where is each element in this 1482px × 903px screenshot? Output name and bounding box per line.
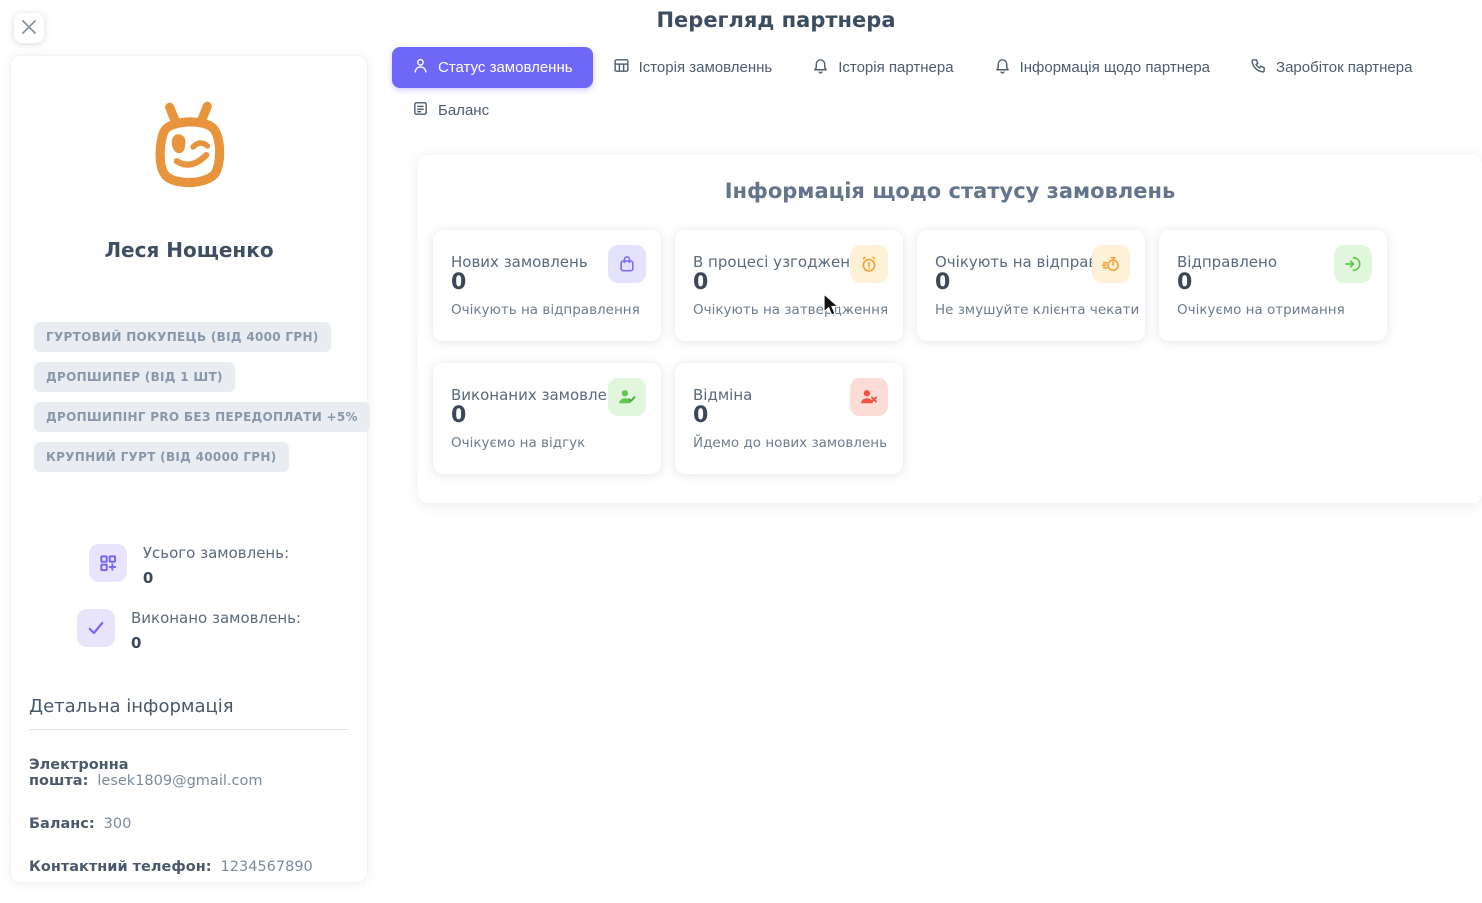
detail-row-balance: Баланс: 300 (29, 816, 349, 832)
alarm-clock-icon (850, 245, 888, 283)
partner-badges: ГУРТОВИЙ ПОКУПЕЦЬ (ВІД 4000 ГРН) ДРОПШИП… (34, 322, 347, 472)
dashboard-plus-icon (89, 544, 127, 582)
card-subtitle: Очікують на затвердження (693, 302, 885, 318)
stat-label: Усього замовлень: (143, 544, 289, 562)
badge-wholesale-buyer: ГУРТОВИЙ ПОКУПЕЦЬ (ВІД 4000 ГРН) (34, 322, 331, 352)
card-subtitle: Очікуємо на відгук (451, 435, 643, 451)
page-title: Перегляд партнера (70, 8, 1482, 32)
tab-partner-earnings[interactable]: Заробіток партнера (1230, 47, 1432, 88)
detail-row-phone: Контактний телефон: 1234567890 (29, 859, 349, 875)
email-value: lesek1809@gmail.com (97, 773, 262, 789)
order-status-panel: Інформація щодо статусу замовлень Нових … (418, 155, 1482, 503)
stopwatch-fast-icon (1092, 245, 1130, 283)
mouse-cursor (822, 293, 842, 319)
card-cancelled: Відміна 0 Йдемо до нових замовлень (675, 363, 903, 474)
card-subtitle: Йдемо до нових замовлень (693, 435, 885, 451)
shopping-bag-icon (608, 245, 646, 283)
stat-value: 0 (131, 634, 301, 652)
tab-order-status[interactable]: Статус замовленнь (392, 47, 593, 88)
card-subtitle: Очікують на відправлення (451, 302, 643, 318)
card-shipped: Відправлено 0 Очікуємо на отримання (1159, 230, 1387, 341)
tab-bar: Статус замовленнь Історія замовленнь Іст… (392, 47, 1472, 131)
winking-mascot-avatar (133, 94, 245, 212)
tab-partner-info[interactable]: Інформація щодо партнера (974, 47, 1230, 88)
arrow-enter-icon (1334, 245, 1372, 283)
tab-balance[interactable]: Баланс (392, 90, 509, 131)
badge-large-wholesale: КРУПНИЙ ГУРТ (ВІД 40000 ГРН) (34, 442, 289, 472)
card-new-orders: Нових замовлень 0 Очікують на відправлен… (433, 230, 661, 341)
user-icon (412, 57, 429, 78)
partner-stats: Усього замовлень: 0 Виконано замовлень: … (11, 544, 367, 652)
detail-row-email: Электронна пошта:lesek1809@gmail.com (29, 757, 349, 789)
status-cards-grid: Нових замовлень 0 Очікують на відправлен… (433, 230, 1482, 474)
stat-value: 0 (143, 569, 289, 587)
stat-completed-orders: Виконано замовлень: 0 (11, 609, 367, 652)
document-icon (412, 100, 429, 121)
phone-value: 1234567890 (221, 859, 313, 875)
balance-label: Баланс: (29, 816, 95, 832)
phone-label: Контактний телефон: (29, 859, 212, 875)
detailed-info-title: Детальна інформація (29, 696, 349, 730)
detailed-info-section: Детальна інформація Электронна пошта:les… (29, 696, 349, 875)
card-subtitle: Очікуємо на отримання (1177, 302, 1369, 318)
check-icon (77, 609, 115, 647)
stat-total-orders: Усього замовлень: 0 (11, 544, 367, 587)
partner-profile-card: Леся Нощенко ГУРТОВИЙ ПОКУПЕЦЬ (ВІД 4000… (10, 55, 368, 883)
badge-dropshipper: ДРОПШИПЕР (ВІД 1 ШТ) (34, 362, 235, 392)
badge-dropshipping-pro: ДРОПШИПІНГ PRO БЕЗ ПЕРЕДОПЛАТИ +5% (34, 402, 370, 432)
partner-name: Леся Нощенко (11, 238, 367, 262)
bell-icon (812, 57, 829, 78)
table-icon (613, 57, 630, 78)
card-completed-orders: Виконаних замовлень 0 Очікуємо на відгук (433, 363, 661, 474)
close-icon (22, 20, 36, 37)
order-status-panel-title: Інформація щодо статусу замовлень (418, 179, 1482, 203)
stat-label: Виконано замовлень: (131, 609, 301, 627)
balance-value: 300 (104, 816, 132, 832)
user-x-icon (850, 378, 888, 416)
card-awaiting-shipment: Очікують на відправку 0 Не змушуйте кліє… (917, 230, 1145, 341)
tab-order-history[interactable]: Історія замовленнь (593, 47, 793, 88)
bell-icon (994, 57, 1011, 78)
phone-icon (1250, 57, 1267, 78)
close-button[interactable] (14, 13, 44, 43)
card-subtitle: Не змушуйте клієнта чекати (935, 302, 1127, 318)
user-check-icon (608, 378, 646, 416)
tab-partner-history[interactable]: Історія партнера (792, 47, 973, 88)
card-in-approval: В процесі узгодження 0 Очікують на затве… (675, 230, 903, 341)
